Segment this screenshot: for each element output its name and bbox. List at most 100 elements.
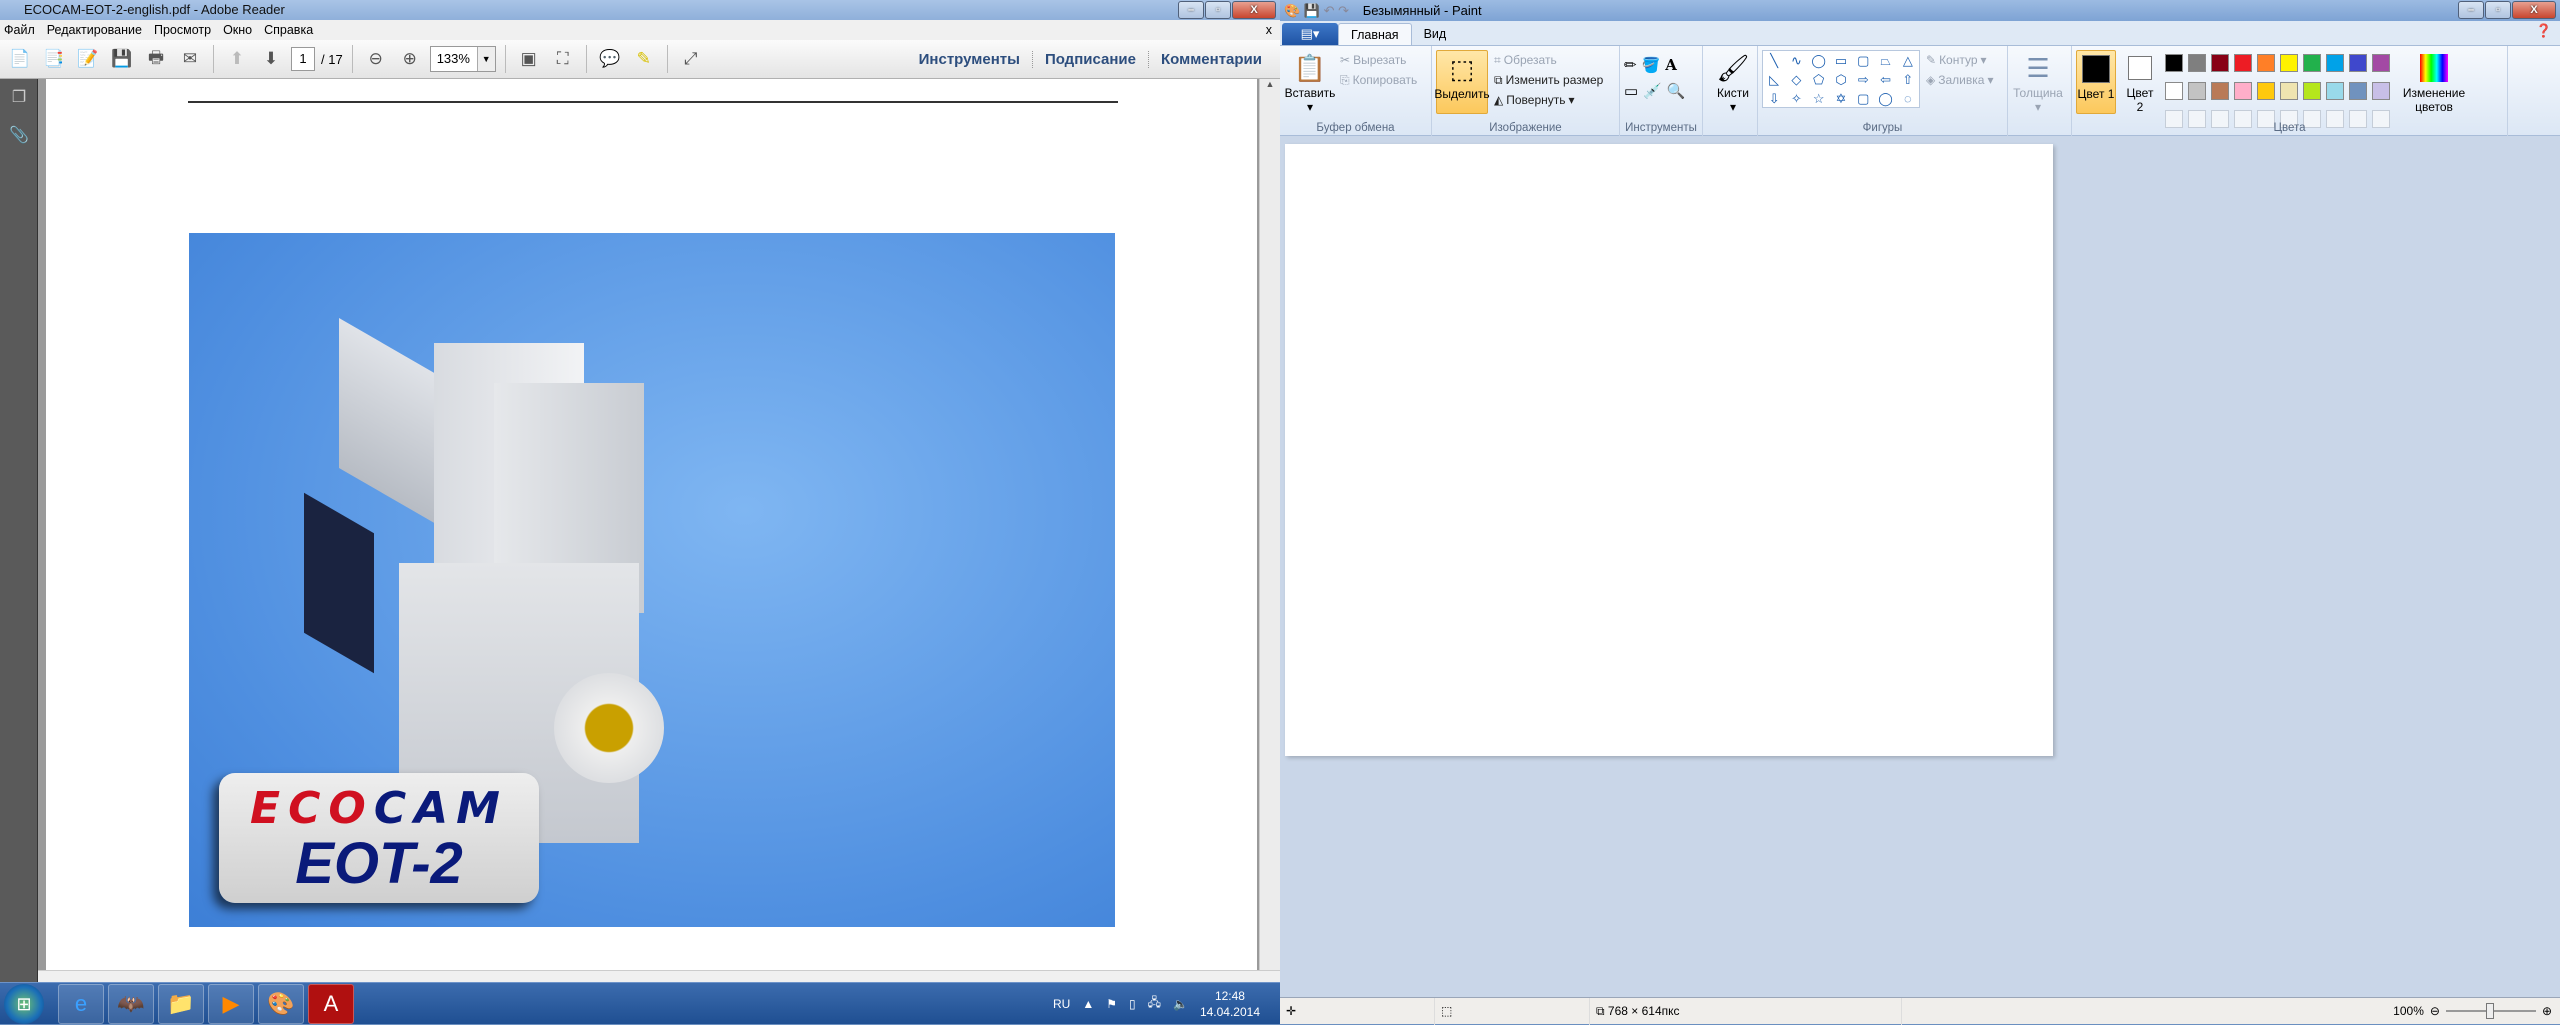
close-button[interactable]: X — [1232, 1, 1276, 19]
redo-icon[interactable]: ↷ — [1338, 3, 1349, 18]
brushes-button[interactable]: 🖌 Кисти ▾ — [1707, 50, 1759, 114]
palette-swatch[interactable] — [2234, 54, 2252, 72]
show-hidden-icon[interactable]: ▲ — [1082, 997, 1094, 1011]
palette-swatch[interactable] — [2303, 82, 2321, 100]
volume-icon[interactable]: 🔈 — [1173, 997, 1188, 1011]
edit-icon[interactable]: 📝 — [74, 45, 102, 73]
palette-swatch[interactable] — [2372, 82, 2390, 100]
email-icon[interactable]: ✉ — [176, 45, 204, 73]
language-indicator[interactable]: RU — [1053, 997, 1070, 1011]
pencil-icon[interactable]: ✏ — [1624, 56, 1637, 74]
palette-swatch[interactable] — [2349, 82, 2367, 100]
pages-icon[interactable]: ❐ — [8, 87, 30, 109]
horizontal-scrollbar[interactable] — [38, 970, 1280, 982]
palette-swatch[interactable] — [2257, 54, 2275, 72]
palette-swatch[interactable] — [2211, 54, 2229, 72]
next-page-icon[interactable]: ⬇ — [257, 45, 285, 73]
media-player-icon[interactable]: ▶ — [208, 983, 254, 1024]
zoom-out-button[interactable]: ⊖ — [2430, 1004, 2440, 1018]
maximize-button[interactable]: ▫ — [1205, 1, 1231, 19]
palette-swatch[interactable] — [2326, 82, 2344, 100]
size-button[interactable]: ☰ Толщина ▾ — [2012, 50, 2064, 114]
fit-page-icon[interactable]: ▣ — [515, 45, 543, 73]
prev-page-icon[interactable]: ⬆ — [223, 45, 251, 73]
select-button[interactable]: ⬚ Выделить — [1434, 50, 1490, 114]
magnifier-icon[interactable]: 🔍 — [1667, 82, 1686, 100]
palette-swatch[interactable] — [2280, 54, 2298, 72]
palette-swatch[interactable] — [2234, 82, 2252, 100]
rotate-button[interactable]: ◭ Повернуть ▾ — [1494, 90, 1603, 110]
close-button[interactable]: X — [2512, 1, 2556, 19]
highlight-icon[interactable]: ✎ — [630, 45, 658, 73]
clock[interactable]: 12:48 14.04.2014 — [1200, 988, 1260, 1020]
palette-swatch[interactable] — [2372, 54, 2390, 72]
palette-swatch[interactable] — [2165, 54, 2183, 72]
fit-width-icon[interactable]: ⛶ — [549, 45, 577, 73]
menu-help[interactable]: Справка — [264, 20, 313, 40]
comment-icon[interactable]: 💬 — [596, 45, 624, 73]
menu-file[interactable]: Файл — [4, 20, 35, 40]
palette-swatch[interactable] — [2188, 54, 2206, 72]
crop-button[interactable]: ⌗ Обрезать — [1494, 50, 1603, 70]
quick-save-icon[interactable]: 💾 — [1304, 3, 1320, 18]
tab-home[interactable]: Главная — [1338, 23, 1412, 45]
maximize-button[interactable]: ▫ — [2485, 1, 2511, 19]
network-icon[interactable]: 🖧 — [1148, 993, 1161, 1014]
zoom-in-icon[interactable]: ⊕ — [396, 45, 424, 73]
file-menu-button[interactable]: ▤▾ — [1282, 23, 1338, 45]
help-icon[interactable]: ❓ — [2536, 23, 2552, 45]
save-icon[interactable]: 💾 — [108, 45, 136, 73]
color-picker-icon[interactable]: 💉 — [1643, 82, 1662, 100]
text-icon[interactable]: A — [1665, 56, 1677, 74]
menu-view[interactable]: Просмотр — [154, 20, 211, 40]
palette-swatch[interactable] — [2326, 54, 2344, 72]
palette-swatch[interactable] — [2257, 82, 2275, 100]
palette-swatch[interactable] — [2349, 54, 2367, 72]
page-number-input[interactable]: 1 — [291, 47, 315, 71]
sign-link[interactable]: Подписание — [1031, 51, 1148, 68]
palette-swatch[interactable] — [2188, 82, 2206, 100]
tools-link[interactable]: Инструменты — [907, 51, 1032, 68]
shapes-gallery[interactable]: ╲ ∿ ◯ ▭ ▢ ⏢ △ ◺ ◇ ⬠ ⬡ ⇨ ⇦ ⇧ ⇩ ✧ ☆ ✡ ▢ ◯ ◌ — [1762, 50, 1920, 108]
expand-icon[interactable]: ⤢ — [677, 45, 705, 73]
fill-bucket-icon: ◈ — [1926, 73, 1936, 87]
undo-icon[interactable]: ↶ — [1324, 3, 1335, 18]
outline-button[interactable]: ✎ Контур ▾ — [1926, 50, 1993, 70]
start-button[interactable]: ⊞ — [4, 983, 44, 1024]
action-center-icon[interactable]: ⚑ — [1106, 997, 1117, 1011]
palette-swatch[interactable] — [2280, 82, 2298, 100]
close-doc-icon[interactable]: x — [1266, 20, 1272, 40]
minimize-button[interactable]: – — [2458, 1, 2484, 19]
device-icon[interactable]: ▯ — [1129, 997, 1136, 1011]
zoom-select[interactable]: 133% ▼ — [429, 46, 496, 72]
zoom-out-icon[interactable]: ⊖ — [362, 45, 390, 73]
internet-explorer-icon[interactable]: e — [58, 983, 104, 1024]
zoom-in-button[interactable]: ⊕ — [2542, 1004, 2552, 1018]
drawing-canvas[interactable] — [1285, 144, 2053, 756]
menu-window[interactable]: Окно — [223, 20, 252, 40]
fill-icon[interactable]: 🪣 — [1642, 56, 1661, 74]
batman-app-icon[interactable]: 🦇 — [108, 983, 154, 1024]
print-icon[interactable]: 🖶 — [142, 45, 170, 73]
create-icon[interactable]: 📄 — [6, 45, 34, 73]
copy-button[interactable]: ⎘ Копировать — [1340, 70, 1417, 90]
adobe-reader-icon[interactable]: A — [308, 983, 354, 1024]
cut-button[interactable]: ✂ Вырезать — [1340, 50, 1417, 70]
vertical-scrollbar[interactable]: ▲ — [1259, 79, 1280, 970]
palette-swatch[interactable] — [2165, 82, 2183, 100]
file-explorer-icon[interactable]: 📁 — [158, 983, 204, 1024]
resize-button[interactable]: ⧉ Изменить размер — [1494, 70, 1603, 90]
zoom-slider[interactable] — [2445, 1003, 2536, 1019]
eraser-icon[interactable]: ▭ — [1624, 82, 1638, 100]
menu-edit[interactable]: Редактирование — [47, 20, 142, 40]
attachments-icon[interactable]: 📎 — [8, 125, 30, 147]
minimize-button[interactable]: – — [1178, 1, 1204, 19]
convert-icon[interactable]: 📑 — [40, 45, 68, 73]
fill-button[interactable]: ◈ Заливка ▾ — [1926, 70, 1993, 90]
color1-button[interactable]: Цвет 1 — [2076, 50, 2116, 114]
paint-icon[interactable]: 🎨 — [258, 983, 304, 1024]
tab-view[interactable]: Вид — [1412, 23, 1459, 45]
palette-swatch[interactable] — [2303, 54, 2321, 72]
palette-swatch[interactable] — [2211, 82, 2229, 100]
comments-link[interactable]: Комментарии — [1147, 51, 1274, 68]
